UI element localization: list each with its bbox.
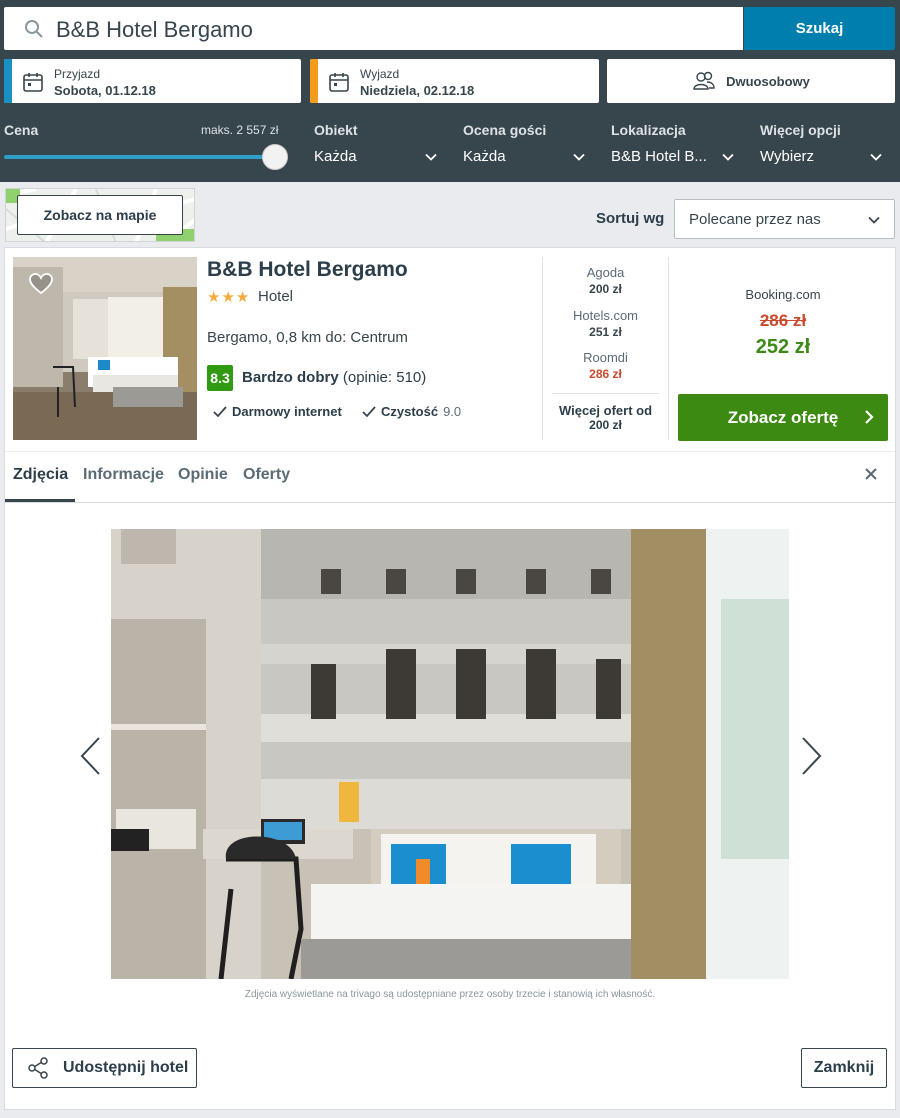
- chevron-down-icon: [722, 153, 734, 161]
- amenity-label: Darmowy internet: [232, 404, 342, 419]
- amenity-label: Czystość: [381, 404, 439, 419]
- hotel-card: B&B Hotel Bergamo ★★★ Hotel Bergamo, 0,8…: [4, 247, 896, 1110]
- guest-rating-filter-label: Ocena gości: [463, 122, 547, 138]
- price-filter: Cena: [4, 122, 38, 138]
- rating-count: (opinie: 510): [342, 369, 427, 386]
- search-header: B&B Hotel Bergamo Szukaj Przyjazd Sobota…: [0, 0, 900, 182]
- hotel-location[interactable]: Bergamo, 0,8 km do: Centrum: [207, 329, 408, 346]
- check-icon: [213, 405, 227, 417]
- search-input[interactable]: B&B Hotel Bergamo: [4, 7, 743, 50]
- sort-select[interactable]: Polecane przez nas: [674, 199, 895, 239]
- share-hotel-button[interactable]: Udostępnij hotel: [12, 1048, 197, 1088]
- photo-copyright-caption: Zdjęcia wyświetlane na trivago są udostę…: [244, 989, 656, 1000]
- deal-provider: Hotels.com: [572, 308, 639, 323]
- property-filter-label: Obiekt: [314, 122, 358, 138]
- chevron-right-icon[interactable]: [801, 736, 823, 776]
- chevron-down-icon: [870, 153, 882, 161]
- more-options-filter-value: Wybierz: [760, 148, 815, 165]
- guest-rating-filter-value: Każda: [463, 148, 506, 165]
- tab-photos[interactable]: Zdjęcia: [13, 466, 68, 484]
- tab-deals[interactable]: Oferty: [243, 466, 290, 484]
- checkout-label: Wyjazd: [360, 67, 400, 81]
- hotel-type: Hotel: [258, 288, 294, 305]
- checkout-accent: [310, 59, 318, 103]
- divider: [668, 257, 669, 440]
- rating-summary[interactable]: Bardzo dobry (opinie: 510): [242, 369, 426, 386]
- check-icon: [362, 405, 376, 417]
- view-on-map-button[interactable]: Zobacz na mapie: [17, 195, 183, 235]
- rating-label: Bardzo dobry: [242, 369, 339, 386]
- deal-price: 286 zł: [589, 367, 622, 381]
- chevron-left-icon[interactable]: [79, 736, 101, 776]
- price-filter-label: Cena: [4, 122, 39, 138]
- hotel-photo: [111, 529, 789, 979]
- guest-rating-filter[interactable]: Ocena gości Każda: [463, 122, 587, 172]
- sort-label: Sortuj wg: [596, 210, 665, 227]
- hotel-thumbnail[interactable]: [13, 257, 197, 440]
- close-icon[interactable]: [863, 466, 879, 482]
- price-max-value: maks. 2 557 zł: [201, 123, 279, 137]
- deal-provider: Agoda: [586, 265, 625, 280]
- close-button[interactable]: Zamknij: [801, 1048, 887, 1088]
- chevron-down-icon: [868, 216, 880, 224]
- amenity-item: Darmowy internet: [213, 404, 342, 419]
- hotel-name[interactable]: B&B Hotel Bergamo: [207, 258, 408, 282]
- calendar-icon: [329, 73, 349, 92]
- room-type-selector[interactable]: Dwuosobowy: [607, 59, 895, 103]
- divider: [5, 451, 895, 452]
- sort-value: Polecane przez nas: [689, 211, 821, 228]
- checkin-label: Przyjazd: [54, 67, 101, 81]
- best-deal-price: 252 zł: [755, 336, 811, 358]
- rating-score-badge: 8.3: [207, 365, 233, 391]
- chevron-right-icon: [865, 410, 874, 424]
- view-deal-button[interactable]: Zobacz ofertę: [678, 394, 888, 441]
- more-deals-price: 200 zł: [589, 418, 622, 432]
- deal-item[interactable]: Hotels.com 251 zł: [552, 308, 659, 339]
- price-slider-track[interactable]: [4, 155, 274, 159]
- location-filter-value: B&B Hotel B...: [611, 148, 707, 165]
- deal-item[interactable]: Roomdi 286 zł: [552, 350, 659, 381]
- chevron-down-icon: [573, 153, 585, 161]
- amenity-score: 9.0: [443, 404, 462, 419]
- calendar-icon: [23, 73, 43, 92]
- property-filter-value: Każda: [314, 148, 357, 165]
- deal-provider: Roomdi: [583, 350, 628, 365]
- best-deal-provider: Booking.com: [745, 287, 821, 302]
- checkin-value: Sobota, 01.12.18: [54, 83, 156, 98]
- tabs-divider: [5, 502, 895, 503]
- price-slider-handle[interactable]: [262, 144, 288, 170]
- property-filter[interactable]: Obiekt Każda: [314, 122, 438, 172]
- location-filter[interactable]: Lokalizacja B&B Hotel B...: [611, 122, 735, 172]
- checkin-date-picker[interactable]: Przyjazd Sobota, 01.12.18: [4, 59, 301, 103]
- search-button[interactable]: Szukaj: [744, 7, 895, 50]
- best-deal-old-price: 286 zł: [759, 311, 807, 330]
- location-filter-label: Lokalizacja: [611, 122, 686, 138]
- checkin-accent: [4, 59, 12, 103]
- deal-price: 200 zł: [589, 282, 622, 296]
- more-options-filter-label: Więcej opcji: [760, 122, 841, 138]
- amenity-item: Czystość 9.0: [362, 404, 461, 419]
- divider: [542, 257, 543, 440]
- more-options-filter[interactable]: Więcej opcji Wybierz: [760, 122, 886, 172]
- deal-item[interactable]: Agoda 200 zł: [552, 265, 659, 296]
- search-icon: [25, 20, 43, 38]
- room-type-label: Dwuosobowy: [726, 73, 810, 89]
- hotel-stars-icon: ★★★: [207, 289, 251, 306]
- guests-icon: [693, 71, 715, 90]
- more-deals-label: Więcej ofert od: [558, 403, 653, 418]
- checkout-value: Niedziela, 02.12.18: [360, 83, 475, 98]
- hotel-room-photo-image: [111, 529, 789, 979]
- favorite-heart-icon[interactable]: [29, 273, 53, 295]
- share-icon: [28, 1057, 48, 1079]
- tab-reviews[interactable]: Opinie: [178, 466, 228, 484]
- deal-price: 251 zł: [589, 325, 622, 339]
- checkout-date-picker[interactable]: Wyjazd Niedziela, 02.12.18: [310, 59, 599, 103]
- view-deal-label: Zobacz ofertę: [727, 407, 839, 427]
- tab-info[interactable]: Informacje: [83, 466, 164, 484]
- search-query: B&B Hotel Bergamo: [56, 17, 253, 42]
- share-hotel-label: Udostępnij hotel: [63, 1059, 189, 1076]
- more-deals-link[interactable]: Więcej ofert od 200 zł: [552, 393, 659, 433]
- active-tab-indicator: [5, 499, 75, 502]
- chevron-down-icon: [425, 153, 437, 161]
